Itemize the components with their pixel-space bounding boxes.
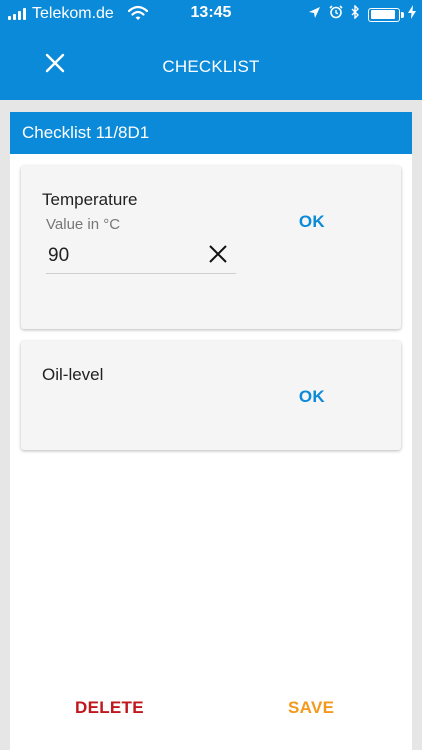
item-title: Oil-level [42, 365, 104, 384]
field-label: Value in °C [46, 216, 121, 233]
bottom-actions: DELETE SAVE [10, 680, 412, 736]
ok-button[interactable]: OK [299, 212, 325, 232]
top-bar: Telekom.de 13:45 CHECKLIST [0, 0, 422, 100]
status-indicators [308, 4, 416, 24]
status-bar: Telekom.de 13:45 [0, 0, 422, 28]
bluetooth-icon [351, 4, 360, 24]
checklist-header: Checklist 11/8D1 [10, 112, 412, 154]
checklist-item-temperature: Temperature Value in °C OK [21, 166, 401, 329]
page-title: CHECKLIST [162, 57, 260, 76]
charging-bolt-icon [408, 5, 416, 24]
clear-icon [209, 244, 227, 268]
clear-input-button[interactable] [206, 244, 230, 268]
delete-button[interactable]: DELETE [75, 698, 144, 718]
checklist-content: Checklist 11/8D1 Temperature Value in °C… [10, 112, 412, 750]
battery-icon [368, 7, 404, 22]
ok-button[interactable]: OK [299, 387, 325, 407]
item-title: Temperature [42, 190, 138, 209]
alarm-clock-icon [329, 5, 343, 24]
checklist-item-oil-level: Oil-level OK [21, 341, 401, 450]
location-arrow-icon [308, 6, 321, 24]
save-button[interactable]: SAVE [288, 698, 334, 718]
